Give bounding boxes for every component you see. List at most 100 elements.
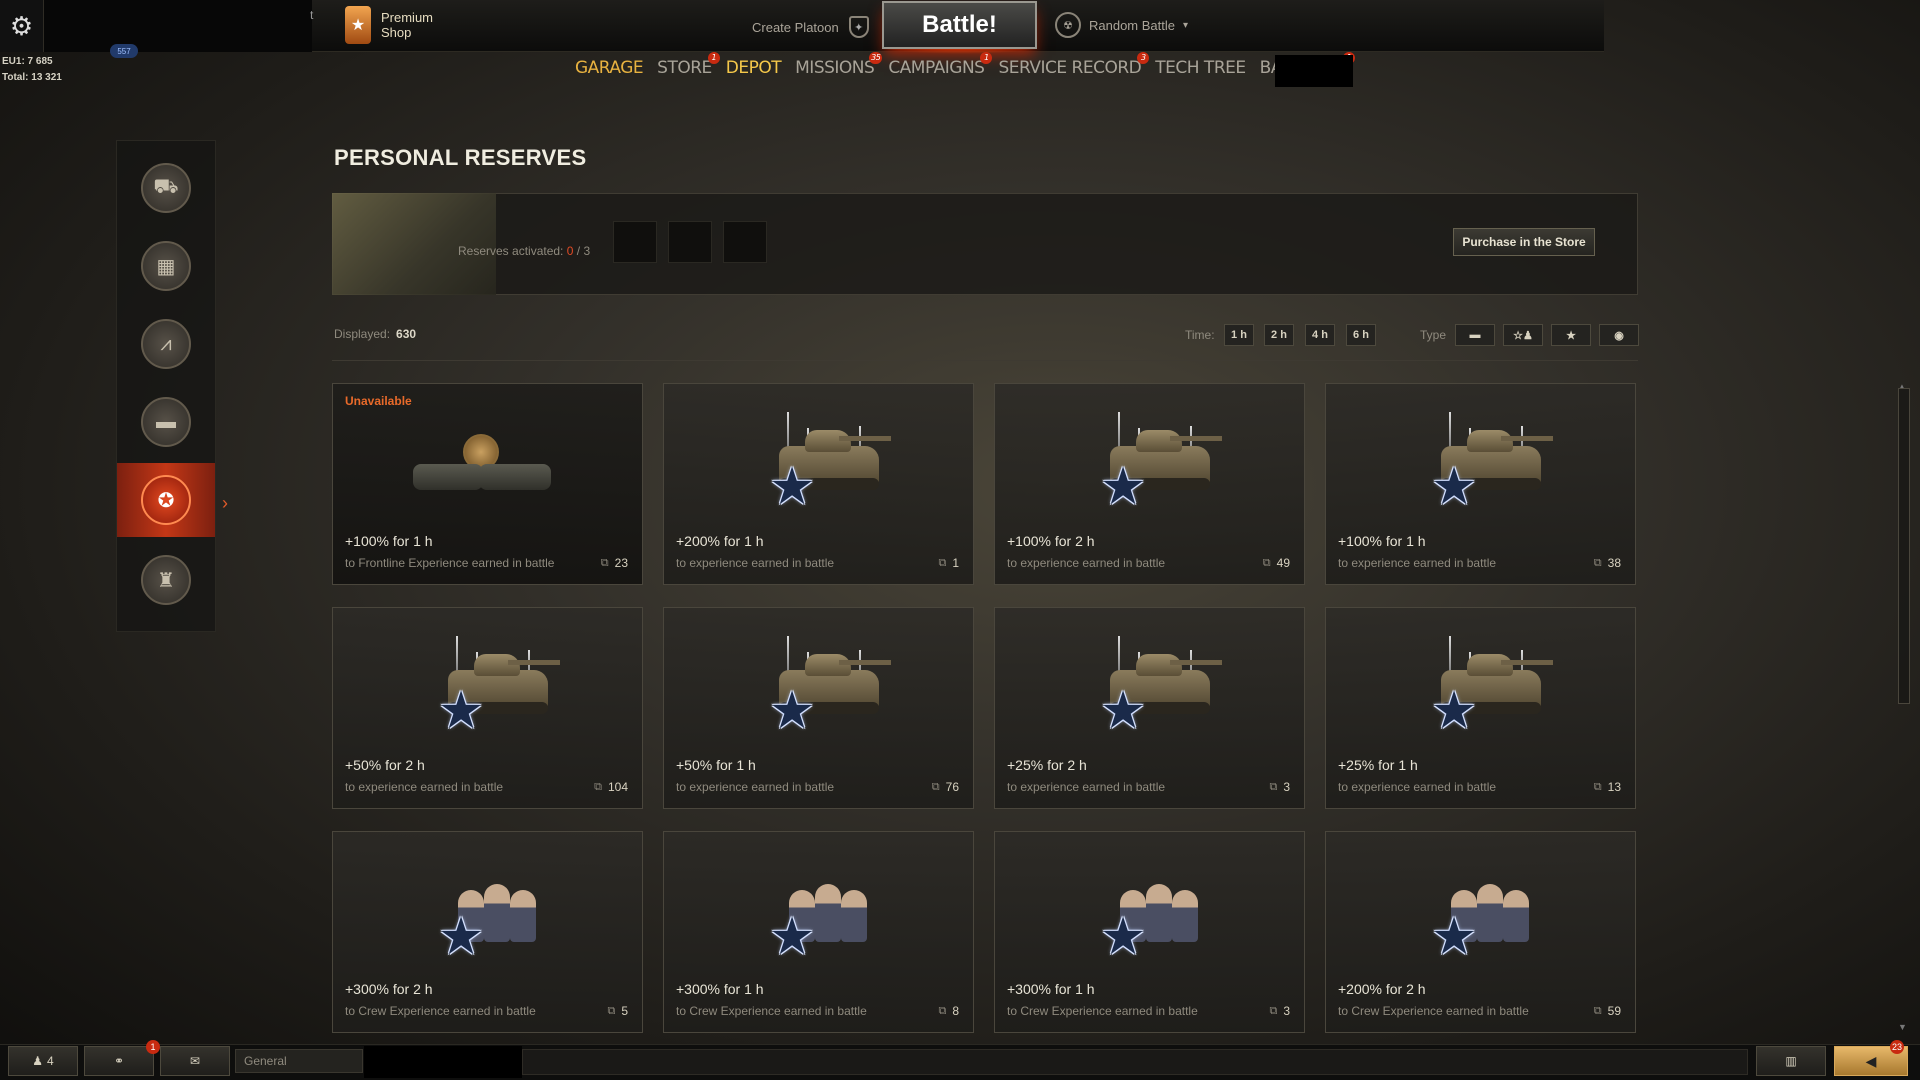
- bottom-empty-slot: [364, 1046, 522, 1078]
- reserve-count-value: 38: [1607, 556, 1621, 570]
- nav-missions[interactable]: MISSIONS 35: [795, 52, 883, 78]
- reserve-count: ⧉ 5: [607, 1004, 628, 1018]
- crew-reserve-image: ★: [1421, 852, 1545, 964]
- reserve-description: to experience earned in battle: [1007, 556, 1166, 570]
- tank-reserve-image: ★: [1421, 628, 1553, 738]
- time-filter-4h[interactable]: 4 h: [1305, 324, 1335, 346]
- nav-store[interactable]: STORE 1: [657, 52, 720, 78]
- stats-button[interactable]: ▥: [1756, 1046, 1826, 1076]
- scrollbar[interactable]: [1898, 388, 1910, 704]
- type-filter-tank[interactable]: ▬: [1455, 324, 1495, 346]
- chat-icon: ✉: [189, 1054, 201, 1068]
- tank-reserve-image: ★: [1090, 628, 1222, 738]
- reserve-slot[interactable]: [723, 221, 767, 263]
- battle-mode-label: Random Battle: [1089, 17, 1175, 33]
- campaigns-badge: 1: [980, 52, 993, 64]
- nav-tech-tree[interactable]: TECH TREE: [1155, 58, 1246, 78]
- reserves-activated-label: Reserves activated:: [458, 244, 564, 258]
- reserve-count: ⧉ 59: [1594, 1004, 1621, 1018]
- reserves-max-count: 3: [583, 244, 591, 258]
- depot-all-icon: ⛟: [141, 163, 191, 213]
- page-title: PERSONAL RESERVES: [334, 145, 587, 170]
- chat-channel[interactable]: General: [235, 1049, 363, 1073]
- reserves-icon: ✪: [141, 475, 191, 525]
- reserve-card[interactable]: Unavailable +100% for 1 h to Frontline Exp…: [332, 383, 643, 585]
- nav-service-record[interactable]: SERVICE RECORD 3: [998, 52, 1150, 78]
- reserve-description: to Crew Experience earned in battle: [676, 1004, 867, 1018]
- reserve-description: to Crew Experience earned in battle: [345, 1004, 536, 1018]
- type-filter-star[interactable]: ★: [1551, 324, 1591, 346]
- reserve-card[interactable]: ★ +300% for 2 h to Crew Experience earned …: [332, 831, 643, 1033]
- header-empty-area: [44, 0, 312, 52]
- reserve-card[interactable]: ★ +200% for 2 h to Crew Experience earned …: [1325, 831, 1636, 1033]
- reserve-bonus: +300% for 2 h: [345, 981, 433, 997]
- handshake-icon: ⚭: [113, 1054, 125, 1068]
- reserve-card[interactable]: ★ +25% for 1 h to experience earned in bat…: [1325, 607, 1636, 809]
- tank-reserve-image: ★: [759, 404, 891, 514]
- reserve-slot[interactable]: [613, 221, 657, 263]
- gear-icon: ⚙: [9, 10, 34, 41]
- nav-depot[interactable]: DEPOT: [726, 58, 782, 78]
- main-navigation: GARAGE STORE 1 DEPOT MISSIONS 35 CAMPAIGNS…: [575, 52, 1355, 78]
- reserve-card[interactable]: ★ +50% for 2 h to experience earned in bat…: [332, 607, 643, 809]
- side-item-personal-reserves[interactable]: ✪: [117, 463, 215, 537]
- displayed-count: Displayed: 630: [334, 327, 416, 341]
- reserve-count: ⧉ 23: [601, 556, 628, 570]
- displayed-value: 630: [396, 327, 417, 341]
- battle-mode-selector[interactable]: ☢ Random Battle ▾: [1055, 12, 1188, 38]
- reserves-activated: Reserves activated: 0 / 3: [458, 244, 590, 258]
- side-item-consumables[interactable]: ▦: [139, 239, 193, 293]
- reserve-card[interactable]: ★ +50% for 1 h to experience earned in bat…: [663, 607, 974, 809]
- type-filter-crew[interactable]: ☆♟: [1503, 324, 1543, 346]
- premium-shop-button[interactable]: ★ Premium Shop: [345, 6, 433, 44]
- reserve-stack-icon: ⧉: [1593, 780, 1602, 793]
- time-filter-6h[interactable]: 6 h: [1346, 324, 1376, 346]
- premium-shop-icon: ★: [345, 6, 371, 44]
- clan-button[interactable]: ⚭: [84, 1046, 154, 1076]
- reserve-count-value: 3: [1283, 780, 1290, 794]
- settings-button[interactable]: ⚙: [0, 0, 44, 52]
- side-item-customization[interactable]: ♜: [139, 553, 193, 607]
- scroll-down-arrow[interactable]: ▼: [1898, 1022, 1907, 1032]
- time-filter-1h[interactable]: 1 h: [1224, 324, 1254, 346]
- reserve-card[interactable]: ★ +300% for 1 h to Crew Experience earned …: [994, 831, 1305, 1033]
- store-badge: 1: [707, 52, 720, 64]
- server-online-count: EU1: 7 685: [2, 56, 53, 67]
- nav-campaigns[interactable]: CAMPAIGNS 1: [888, 52, 993, 78]
- reserve-card[interactable]: ★ +100% for 2 h to experience earned in ba…: [994, 383, 1305, 585]
- purchase-in-store-button[interactable]: Purchase in the Store: [1453, 228, 1595, 256]
- reserve-stack-icon: ⧉: [1269, 1004, 1278, 1017]
- reserve-card[interactable]: ★ +25% for 2 h to experience earned in bat…: [994, 607, 1305, 809]
- tank-reserve-image: ★: [759, 628, 891, 738]
- reserve-count: ⧉ 3: [1269, 780, 1290, 794]
- reserve-slot[interactable]: [668, 221, 712, 263]
- premium-shop-label-2: Shop: [381, 25, 412, 40]
- side-item-vehicles[interactable]: ▬: [139, 395, 193, 449]
- type-filter-credits[interactable]: ◉: [1599, 324, 1639, 346]
- reserve-stack-icon: ⧉: [938, 1004, 947, 1017]
- xp-badge: 557: [110, 44, 138, 58]
- reserve-count: ⧉ 49: [1263, 556, 1290, 570]
- chat-button[interactable]: ✉: [160, 1046, 230, 1076]
- tank-reserve-image: ★: [1090, 404, 1222, 514]
- side-item-equipment[interactable]: ⩘: [139, 317, 193, 371]
- crew-reserve-image: ★: [428, 852, 552, 964]
- friends-button[interactable]: ♟ 4: [8, 1046, 78, 1076]
- create-platoon-button[interactable]: Create Platoon ✦: [752, 16, 869, 38]
- reserve-bonus: +100% for 1 h: [345, 533, 433, 549]
- reserve-count: ⧉ 3: [1269, 1004, 1290, 1018]
- reserve-description: to experience earned in battle: [345, 780, 504, 794]
- battle-button[interactable]: Battle!: [882, 1, 1037, 49]
- reserve-card[interactable]: ★ +200% for 1 h to experience earned in ba…: [663, 383, 974, 585]
- reserve-description: to experience earned in battle: [676, 556, 835, 570]
- truncated-letter: t: [310, 8, 314, 22]
- side-item-all[interactable]: ⛟: [139, 161, 193, 215]
- reserve-card[interactable]: ★ +100% for 1 h to experience earned in ba…: [1325, 383, 1636, 585]
- reserve-description: to Crew Experience earned in battle: [1338, 1004, 1529, 1018]
- star-icon: ★: [1566, 329, 1576, 342]
- reserve-card[interactable]: ★ +300% for 1 h to Crew Experience earned …: [663, 831, 974, 1033]
- reserve-count-value: 3: [1283, 1004, 1290, 1018]
- nav-garage[interactable]: GARAGE: [575, 58, 644, 78]
- time-filter-2h[interactable]: 2 h: [1264, 324, 1294, 346]
- reserve-count-value: 76: [945, 780, 959, 794]
